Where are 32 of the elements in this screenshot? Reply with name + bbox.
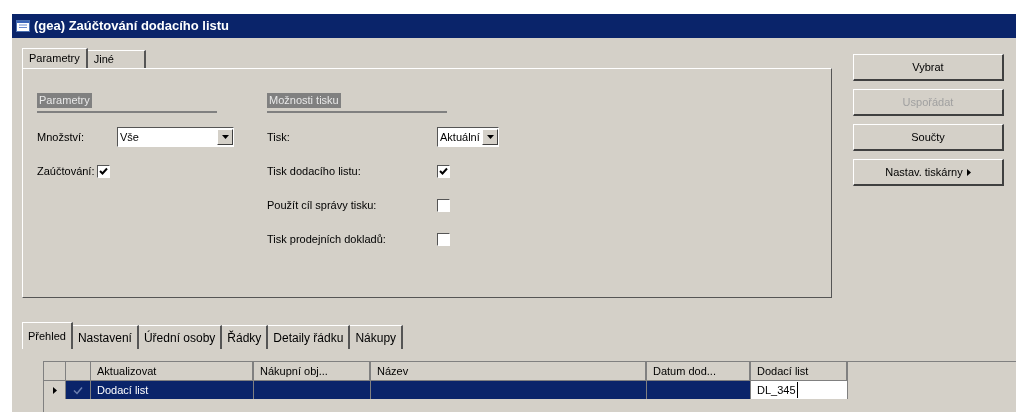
- tab[interactable]: Úřední osoby: [138, 325, 223, 349]
- group-heading: Parametry: [37, 93, 92, 108]
- cell-input-field[interactable]: DL_345: [751, 381, 848, 399]
- tab[interactable]: Řádky: [222, 325, 269, 349]
- field-label: Tisk dodacího listu:: [267, 163, 362, 179]
- button[interactable]: Součty: [853, 124, 1004, 151]
- tab[interactable]: Detaily řádku: [268, 325, 351, 349]
- row-pointer-icon: [52, 386, 57, 394]
- tab[interactable]: Nákupy: [350, 325, 404, 349]
- tab[interactable]: Nastavení: [72, 325, 139, 349]
- dropdown[interactable]: Vše: [117, 127, 234, 147]
- checkbox[interactable]: [437, 232, 450, 246]
- checkbox[interactable]: [437, 198, 450, 212]
- field-label: Zaúčtování:: [37, 163, 95, 179]
- table-cell: Dodací list: [91, 381, 254, 399]
- tab[interactable]: Jiné: [87, 50, 146, 68]
- field-label: Použít cíl správy tisku:: [267, 197, 378, 213]
- dropdown[interactable]: Aktuální: [437, 127, 499, 147]
- checkbox[interactable]: [437, 164, 450, 178]
- button[interactable]: Nastav. tiskárny: [853, 159, 1004, 186]
- tab[interactable]: Parametry: [22, 48, 88, 68]
- field-label: Tisk:: [267, 129, 291, 145]
- field-label: Množství:: [37, 129, 86, 145]
- check-icon: [73, 385, 83, 395]
- window-title: (gea) Zaúčtování dodacího listu: [34, 17, 230, 36]
- field-label: Tisk prodejních dokladů:: [267, 231, 387, 247]
- group-heading: Možnosti tisku: [267, 93, 341, 108]
- tab[interactable]: Přehled: [22, 322, 73, 349]
- button[interactable]: Vybrat: [853, 54, 1004, 81]
- row-check-cell[interactable]: [66, 381, 91, 399]
- window-icon: [16, 20, 30, 32]
- checkbox[interactable]: [97, 164, 111, 178]
